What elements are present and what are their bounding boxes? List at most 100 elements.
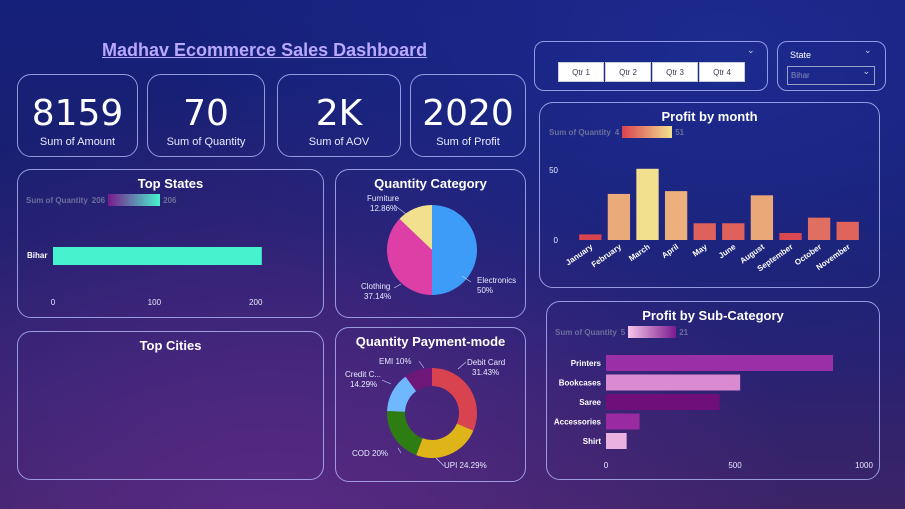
kpi-card-aov: 2K Sum of AOV	[277, 74, 401, 157]
chevron-down-icon[interactable]: ⌄	[747, 46, 755, 56]
profit-by-subcategory-chart: Printers Bookcases Saree Accessories Shirt 0 5…	[554, 355, 873, 470]
bar	[606, 413, 640, 430]
top-states-card: Top States Sum of Quantity 206 206 Bihar…	[17, 169, 324, 318]
slice-percent: 31.43%	[472, 368, 499, 377]
legend-label: Sum of Quantity	[549, 127, 611, 137]
quantity-category-card: Quantity Category Electronics 50% Clothing…	[335, 169, 526, 318]
qtr-1-button[interactable]: Qtr 1	[558, 62, 604, 82]
bar	[579, 234, 602, 240]
leader-line	[397, 447, 402, 454]
qtr-2-button[interactable]: Qtr 2	[605, 62, 651, 82]
top-states-title: Top States	[137, 176, 204, 191]
bar	[53, 247, 262, 265]
tick-label: 50	[549, 166, 558, 175]
quantity-category-title: Quantity Category	[374, 176, 487, 191]
kpi-card-amount: 8159 Sum of Amount	[17, 74, 138, 157]
payment-mode-card: Quantity Payment-mode Debit Card 31.43% UP…	[335, 327, 526, 482]
bar	[606, 355, 834, 371]
slice-percent: 50%	[477, 286, 493, 295]
kpi-value: 8159	[31, 93, 124, 134]
quarter-slicer: ⌄ Qtr 1 Qtr 2 Qtr 3 Qtr 4	[534, 41, 768, 91]
tick-label: 200	[249, 298, 263, 307]
month-label: April	[660, 242, 680, 260]
qtr-3-button[interactable]: Qtr 3	[652, 62, 698, 82]
chevron-down-icon: ⌄	[862, 67, 870, 77]
slice-percent: 14.29%	[350, 380, 377, 389]
bar	[722, 223, 745, 240]
slice-percent: 12.86%	[370, 204, 397, 213]
month-label: May	[691, 242, 709, 259]
kpi-label: Sum of Quantity	[166, 136, 246, 148]
tick-label: 0	[51, 298, 56, 307]
category-label: Shirt	[583, 437, 602, 446]
legend-min: 5	[620, 327, 626, 337]
slice-percent: 37.14%	[364, 292, 391, 301]
slice-label: EMI 10%	[379, 357, 411, 366]
slice-label: COD 20%	[352, 449, 388, 458]
tick-label: 1000	[855, 461, 873, 470]
kpi-label: Sum of Profit	[436, 136, 500, 148]
kpi-value: 2K	[315, 93, 363, 134]
month-label: February	[590, 242, 624, 269]
legend-gradient	[622, 126, 673, 138]
kpi-card-profit: 2020 Sum of Profit	[410, 74, 526, 157]
legend-gradient	[628, 326, 677, 338]
profit-by-month-title: Profit by month	[661, 109, 758, 124]
leader-line	[418, 360, 425, 369]
bar	[693, 223, 716, 240]
category-label: Printers	[571, 359, 602, 368]
dashboard-title: Madhav Ecommerce Sales Dashboard	[102, 40, 428, 60]
kpi-label: Sum of AOV	[308, 136, 370, 148]
category-label: Saree	[579, 398, 601, 407]
qtr-4-button[interactable]: Qtr 4	[699, 62, 745, 82]
payment-mode-title: Quantity Payment-mode	[355, 334, 506, 349]
leader-line	[393, 283, 402, 289]
bar	[606, 374, 741, 391]
profit-by-subcategory-title: Profit by Sub-Category	[642, 308, 784, 323]
category-label: Bookcases	[559, 379, 602, 388]
donut-slice	[387, 410, 423, 456]
leader-line	[381, 379, 392, 385]
slice-label: Clothing	[361, 282, 390, 291]
kpi-label: Sum of Amount	[39, 136, 116, 148]
profit-by-month-chart: 050JanuaryFebruary March April May June Augus…	[549, 166, 859, 273]
state-slicer: State ⌄ Bihar ⌄	[777, 41, 886, 91]
month-label: March	[627, 242, 652, 263]
state-dropdown-value: Bihar	[791, 71, 810, 80]
month-label: June	[717, 242, 738, 260]
slice-label: Furniture	[367, 194, 400, 203]
tick-label: 0	[554, 236, 559, 245]
bar	[636, 168, 659, 240]
tick-label: 100	[148, 298, 162, 307]
donut-slice	[416, 423, 474, 458]
bar	[807, 217, 831, 240]
leader-line	[457, 361, 467, 370]
bar	[606, 394, 720, 410]
profit-month-legend: Sum of Quantity 4 51	[549, 126, 684, 138]
bar	[607, 193, 631, 240]
top-cities-title: Top Cities	[139, 338, 202, 353]
state-slicer-label: State	[790, 50, 812, 60]
chevron-down-icon[interactable]: ⌄	[864, 46, 872, 56]
payment-mode-donut: Debit Card31.43% UPI 24.29% COD 20% Credit …	[345, 357, 505, 470]
bar	[836, 221, 859, 240]
tick-label: 0	[604, 461, 609, 470]
legend-min: 4	[614, 127, 620, 137]
slice-label: Electronics	[477, 276, 516, 285]
kpi-value: 70	[183, 93, 229, 134]
quantity-category-pie: Electronics50% Clothing37.14% Furniture12.…	[361, 194, 516, 301]
legend-max: 21	[679, 327, 689, 337]
leader-line	[435, 457, 445, 467]
profit-by-subcategory-card: Profit by Sub-Category Sum of Quantity 5…	[546, 301, 880, 480]
profit-by-month-card: Profit by month Sum of Quantity 4 51 0 50…	[539, 102, 880, 288]
subcategory-legend: Sum of Quantity 5 21	[555, 326, 688, 338]
category-label: Bihar	[27, 251, 47, 260]
bar	[750, 195, 774, 240]
legend-max: 51	[675, 127, 685, 137]
slice-label: UPI 24.29%	[444, 461, 487, 470]
bar	[779, 233, 802, 240]
state-dropdown[interactable]: Bihar ⌄	[787, 66, 875, 85]
slice-label: Credit C...	[345, 370, 381, 379]
bar	[664, 191, 688, 240]
kpi-card-quantity: 70 Sum of Quantity	[147, 74, 265, 157]
